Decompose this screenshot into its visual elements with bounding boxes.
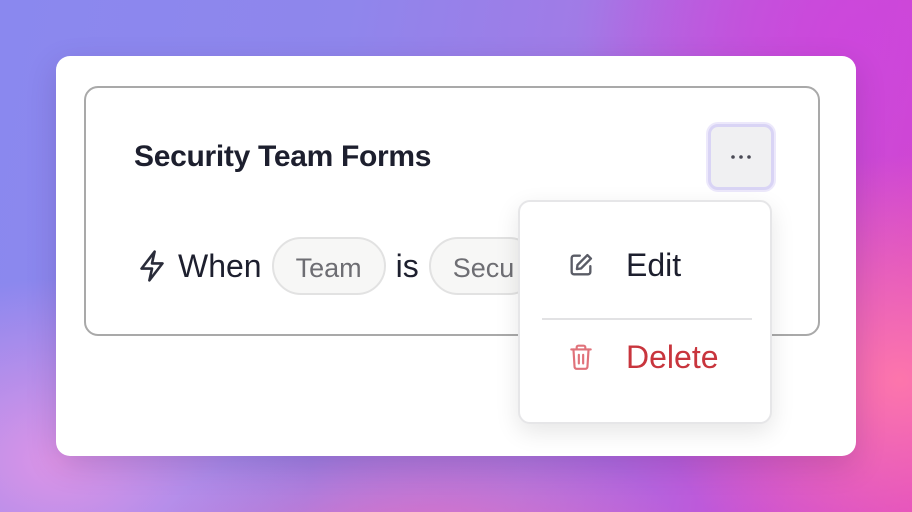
rule-title: Security Team Forms — [134, 140, 432, 173]
more-horizontal-icon — [730, 154, 752, 160]
lightning-bolt-icon — [136, 249, 170, 283]
menu-item-delete[interactable]: Delete — [520, 312, 770, 402]
condition-prefix: When — [178, 247, 262, 284]
rules-panel: Security Team Forms When Team is Secu Ed… — [56, 56, 856, 456]
condition-operator: is — [395, 247, 419, 284]
menu-item-edit-label: Edit — [626, 246, 682, 283]
menu-item-edit[interactable]: Edit — [520, 220, 770, 310]
menu-item-delete-label: Delete — [626, 338, 719, 375]
rule-condition: When Team is Secu — [136, 234, 539, 298]
more-options-button[interactable] — [708, 124, 774, 190]
condition-field-chip[interactable]: Team — [271, 237, 386, 295]
edit-icon — [566, 250, 596, 280]
trash-icon — [566, 342, 596, 372]
options-dropdown-menu: Edit Delete — [518, 200, 772, 424]
